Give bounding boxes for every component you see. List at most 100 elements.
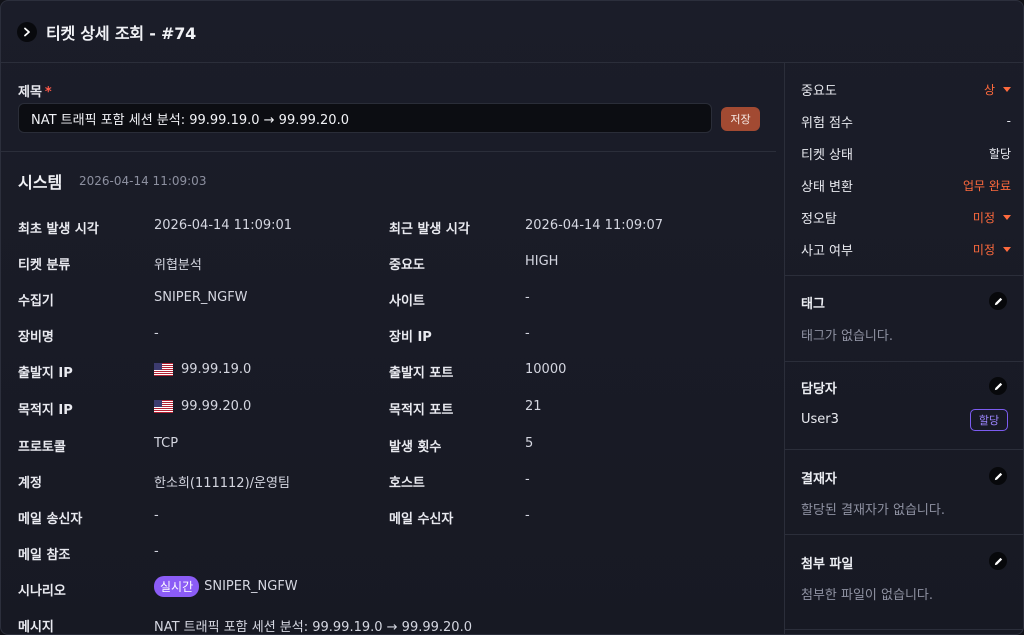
divider: [785, 275, 1023, 276]
info-label: 장비 IP: [389, 330, 432, 345]
us-flag-icon: [154, 400, 173, 413]
divider: [1, 151, 776, 152]
pencil-icon[interactable]: [989, 467, 1007, 485]
scenario-value: SNIPER_NGFW: [204, 579, 298, 594]
info-label: 메일 참조: [18, 548, 71, 563]
prop-label: 정오탐: [801, 211, 837, 227]
info-label: 프로토콜: [18, 440, 66, 455]
realtime-badge: 실시간: [154, 576, 200, 597]
info-label: 메일 송신자: [18, 512, 83, 527]
info-row: 계정 한소희(111112)/운영팀 호스트 -: [18, 462, 778, 498]
info-value: -: [154, 508, 159, 523]
info-label: 시나리오: [18, 584, 66, 599]
destination-ip-value: 99.99.20.0: [181, 399, 252, 414]
ticket-detail-window: 티켓 상세 조회 - #74 제목* 저장 시스템 2026-04-14 11:…: [0, 0, 1024, 635]
assignee-title: 담당자: [801, 382, 837, 397]
save-button[interactable]: 저장: [721, 107, 760, 131]
info-value: 10000: [525, 362, 567, 377]
prop-row-risk-score: 위험 점수 -: [801, 111, 1011, 131]
caret-down-icon: [1003, 246, 1011, 252]
chevron-right-icon[interactable]: [17, 21, 37, 42]
assignee-name: User3: [801, 412, 839, 427]
approver-empty-text: 할당된 결재자가 없습니다.: [801, 503, 945, 518]
info-label: 티켓 분류: [18, 258, 71, 273]
system-section-title: 시스템: [18, 173, 63, 192]
source-ip-value: 99.99.19.0: [181, 362, 252, 377]
info-label: 출발지 IP: [18, 366, 73, 381]
page-title: 티켓 상세 조회 - #74: [46, 23, 197, 43]
prop-row-incident: 사고 여부 미정: [801, 239, 1011, 259]
caret-down-icon: [1003, 214, 1011, 220]
subject-label: 제목 *: [18, 85, 52, 100]
info-row: 최초 발생 시각 2026-04-14 11:09:01 최근 발생 시각 20…: [18, 208, 778, 244]
divider: [785, 534, 1023, 535]
system-timestamp: 2026-04-14 11:09:03: [79, 174, 207, 188]
pencil-icon[interactable]: [989, 292, 1007, 310]
us-flag-icon: [154, 363, 173, 376]
info-value: -: [154, 326, 159, 341]
info-label: 메일 수신자: [389, 512, 454, 527]
info-label: 중요도: [389, 258, 425, 273]
info-row: 티켓 분류 위협분석 중요도 HIGH: [18, 244, 778, 280]
info-value: 2026-04-14 11:09:07: [525, 218, 664, 233]
info-label: 사이트: [389, 294, 425, 309]
prop-row-status-change: 상태 변환 업무 완료: [801, 175, 1011, 195]
info-row: 목적지 IP 99.99.20.0 목적지 포트 21: [18, 389, 778, 426]
prop-row-true-false: 정오탐 미정: [801, 207, 1011, 227]
info-value: 한소희(111112)/운영팀: [154, 476, 290, 491]
divider: [785, 361, 1023, 362]
attachments-title: 첨부 파일: [801, 557, 854, 572]
info-value: -: [525, 326, 530, 341]
approver-title: 결재자: [801, 472, 837, 487]
info-label: 계정: [18, 476, 42, 491]
page-header: 티켓 상세 조회 - #74: [1, 1, 1023, 63]
info-value: 5: [525, 436, 534, 451]
prop-row-status: 티켓 상태 할당: [801, 143, 1011, 163]
side-panel: 중요도 상 위험 점수 - 티켓 상태 할당 상태 변환 업무 완료 정오탐 미…: [784, 63, 1023, 634]
divider: [785, 629, 1023, 630]
severity-dropdown[interactable]: 상: [984, 81, 1011, 98]
info-row: 장비명 - 장비 IP -: [18, 316, 778, 352]
info-label: 목적지 IP: [18, 403, 73, 418]
subject-input[interactable]: [18, 103, 712, 133]
info-row: 프로토콜 TCP 발생 횟수 5: [18, 426, 778, 462]
info-label: 출발지 포트: [389, 366, 454, 381]
tags-title: 태그: [801, 297, 825, 312]
tags-empty-text: 태그가 없습니다.: [801, 329, 893, 344]
info-value: -: [525, 290, 530, 305]
info-value: -: [154, 544, 159, 559]
info-value: -: [525, 508, 530, 523]
info-label: 메시지: [18, 620, 54, 635]
message-value: NAT 트래픽 포함 세션 분석: 99.99.19.0 → 99.99.20.…: [154, 620, 472, 635]
info-label: 발생 횟수: [389, 440, 442, 455]
attachments-empty-text: 첨부한 파일이 없습니다.: [801, 588, 933, 603]
prop-value: 할당: [988, 146, 1011, 161]
info-value: 위협분석: [154, 258, 202, 273]
info-row: 수집기 SNIPER_NGFW 사이트 -: [18, 280, 778, 316]
assign-button[interactable]: 할당: [970, 409, 1008, 431]
info-label: 최근 발생 시각: [389, 222, 470, 237]
info-row: 출발지 IP 99.99.19.0 출발지 포트 10000: [18, 352, 778, 389]
system-info-grid: 최초 발생 시각 2026-04-14 11:09:01 최근 발생 시각 20…: [18, 208, 778, 635]
info-label: 장비명: [18, 330, 54, 345]
info-value: 2026-04-14 11:09:01: [154, 218, 293, 233]
info-row: 메시지 NAT 트래픽 포함 세션 분석: 99.99.19.0 → 99.99…: [18, 606, 778, 635]
info-label: 최초 발생 시각: [18, 222, 99, 237]
prop-value: -: [1006, 114, 1011, 128]
info-label: 호스트: [389, 476, 425, 491]
pencil-icon[interactable]: [989, 377, 1007, 395]
pencil-icon[interactable]: [989, 552, 1007, 570]
main-panel: 제목* 저장 시스템 2026-04-14 11:09:03 최초 발생 시각 …: [1, 63, 784, 635]
info-value: HIGH: [525, 254, 559, 269]
incident-dropdown[interactable]: 미정: [973, 241, 1011, 258]
prop-label: 위험 점수: [801, 115, 853, 131]
info-value: 실시간 SNIPER_NGFW: [154, 576, 298, 597]
info-value: 99.99.19.0: [154, 362, 251, 377]
info-label: 수집기: [18, 294, 54, 309]
info-row: 메일 참조 -: [18, 534, 778, 570]
required-mark: *: [44, 85, 52, 100]
info-value: SNIPER_NGFW: [154, 290, 248, 305]
status-change-action[interactable]: 업무 완료: [963, 177, 1011, 194]
info-label: 목적지 포트: [389, 403, 454, 418]
true-false-dropdown[interactable]: 미정: [973, 209, 1011, 226]
